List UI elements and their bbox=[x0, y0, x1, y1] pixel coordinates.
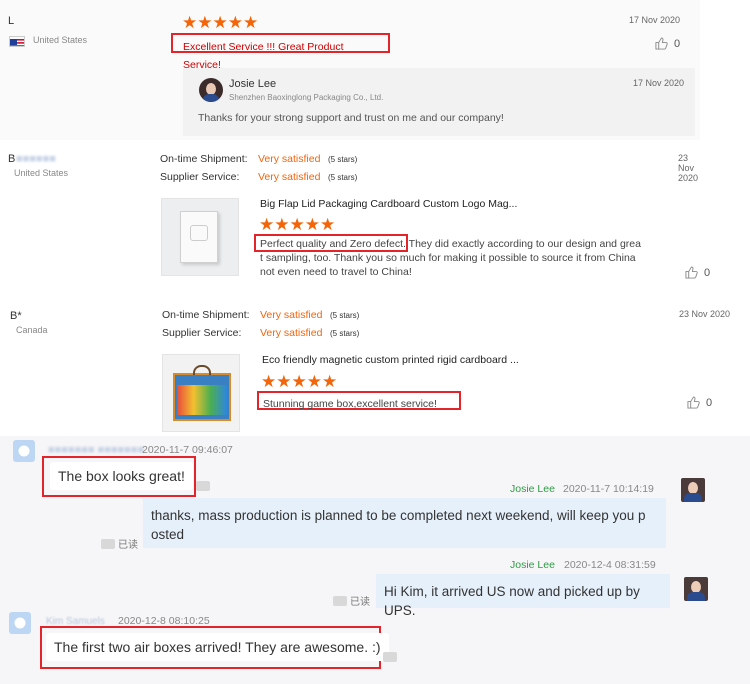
reviewer-country: United States bbox=[14, 168, 69, 178]
read-status: 已读 bbox=[333, 593, 370, 608]
rating-stars: ★★★★★ bbox=[182, 13, 259, 32]
like-count: 0 bbox=[706, 396, 713, 409]
service-stars: (5 stars) bbox=[330, 329, 360, 338]
product-thumbnail[interactable] bbox=[161, 198, 239, 276]
message-bubble: thanks, mass production is planned to be… bbox=[143, 498, 666, 548]
review-card-3: B* Canada On-time Shipment: Very satisfi… bbox=[0, 300, 738, 434]
seller-reply: Josie Lee Shenzhen Baoxinglong Packaging… bbox=[183, 68, 695, 136]
reviewer-name: B* bbox=[10, 310, 22, 322]
thumbs-up-icon bbox=[685, 266, 698, 279]
service-label: Supplier Service: bbox=[162, 327, 242, 339]
message-bubble: Hi Kim, it arrived US now and picked up … bbox=[376, 574, 670, 618]
seller-avatar bbox=[681, 478, 705, 502]
review-card-2: B ■■■■■■ United States On-time Shipment:… bbox=[0, 145, 710, 295]
review-card-1: L United States ★★★★★ 17 Nov 2020 Excell… bbox=[0, 0, 700, 140]
reviewer-country: Canada bbox=[16, 325, 48, 335]
shipment-stars: (5 stars) bbox=[328, 155, 358, 164]
sender-name: Josie Lee bbox=[510, 483, 555, 495]
more-options-icon[interactable] bbox=[383, 652, 397, 662]
read-icon bbox=[101, 538, 115, 549]
like-count: 0 bbox=[674, 37, 681, 50]
user-icon bbox=[14, 617, 26, 629]
user-icon bbox=[18, 445, 30, 457]
buyer-avatar bbox=[9, 612, 31, 634]
reply-text: Thanks for your strong support and trust… bbox=[198, 112, 504, 124]
message-text: The first two air boxes arrived! They ar… bbox=[54, 639, 381, 655]
review-text: Stunning game box,excellent service! bbox=[263, 398, 437, 410]
review-text: Perfect quality and Zero defect. They di… bbox=[260, 238, 641, 278]
thumbs-up-icon bbox=[687, 396, 700, 409]
thumbs-up-icon bbox=[655, 37, 668, 50]
reviewer-country: United States bbox=[33, 35, 88, 45]
reply-date: 17 Nov 2020 bbox=[633, 78, 685, 88]
message-text-line2: osted bbox=[151, 527, 185, 542]
read-status: 已读 bbox=[101, 536, 138, 551]
review-date: 23 Nov 2020 bbox=[678, 153, 699, 183]
more-options-icon[interactable] bbox=[196, 481, 210, 491]
message-text: The box looks great! bbox=[58, 468, 185, 484]
like-button[interactable]: 0 bbox=[685, 266, 710, 279]
reviewer-name-blurred: ■■■■■■ bbox=[16, 153, 56, 165]
product-title[interactable]: Big Flap Lid Packaging Cardboard Custom … bbox=[260, 198, 517, 210]
sender-name: Josie Lee bbox=[510, 559, 555, 571]
message-time: 2020-11-7 10:14:19 bbox=[563, 483, 654, 495]
shipment-value: Very satisfied bbox=[258, 153, 321, 165]
seller-avatar bbox=[199, 78, 223, 102]
message-bubble: The first two air boxes arrived! They ar… bbox=[46, 633, 389, 661]
buyer-name-blurred: ■■■■■■■ ■■■■■■■ bbox=[48, 444, 145, 456]
message-text-line1: thanks, mass production is planned to be… bbox=[151, 508, 646, 523]
like-button[interactable]: 0 bbox=[655, 37, 680, 50]
shipment-label: On-time Shipment: bbox=[162, 309, 250, 321]
us-flag-icon bbox=[9, 36, 25, 47]
review-text: Excellent Service !!! Great Product Serv… bbox=[183, 41, 344, 71]
service-value: Very satisfied bbox=[260, 327, 323, 339]
seller-avatar bbox=[684, 577, 708, 601]
reply-company: Shenzhen Baoxinglong Packaging Co., Ltd. bbox=[229, 93, 384, 102]
review-text-highlight: Stunning game box,excellent service! bbox=[257, 391, 461, 410]
review-date: 23 Nov 2020 bbox=[679, 309, 731, 319]
shipment-stars: (5 stars) bbox=[330, 311, 360, 320]
service-stars: (5 stars) bbox=[328, 173, 358, 182]
product-thumbnail[interactable] bbox=[162, 354, 240, 432]
message-bubble: The box looks great! bbox=[50, 462, 193, 490]
message-time: 2020-12-4 08:31:59 bbox=[564, 559, 656, 571]
rating-stars: ★★★★★ bbox=[259, 215, 336, 234]
rating-stars: ★★★★★ bbox=[261, 372, 338, 391]
review-text-highlight: Excellent Service !!! Great Product Serv… bbox=[171, 33, 390, 71]
review-date: 17 Nov 2020 bbox=[629, 15, 681, 25]
reply-author: Josie Lee bbox=[229, 78, 277, 90]
shipment-value: Very satisfied bbox=[260, 309, 323, 321]
service-value: Very satisfied bbox=[258, 171, 321, 183]
read-icon bbox=[333, 595, 347, 606]
product-title[interactable]: Eco friendly magnetic custom printed rig… bbox=[262, 354, 519, 366]
like-count: 0 bbox=[704, 266, 711, 279]
like-button[interactable]: 0 bbox=[687, 396, 712, 409]
reviewer-name: L bbox=[8, 15, 15, 27]
shipment-label: On-time Shipment: bbox=[160, 153, 248, 165]
buyer-avatar bbox=[13, 440, 35, 462]
service-label: Supplier Service: bbox=[160, 171, 240, 183]
message-time: 2020-11-7 09:46:07 bbox=[142, 444, 233, 456]
reviewer-name: B bbox=[8, 153, 16, 165]
